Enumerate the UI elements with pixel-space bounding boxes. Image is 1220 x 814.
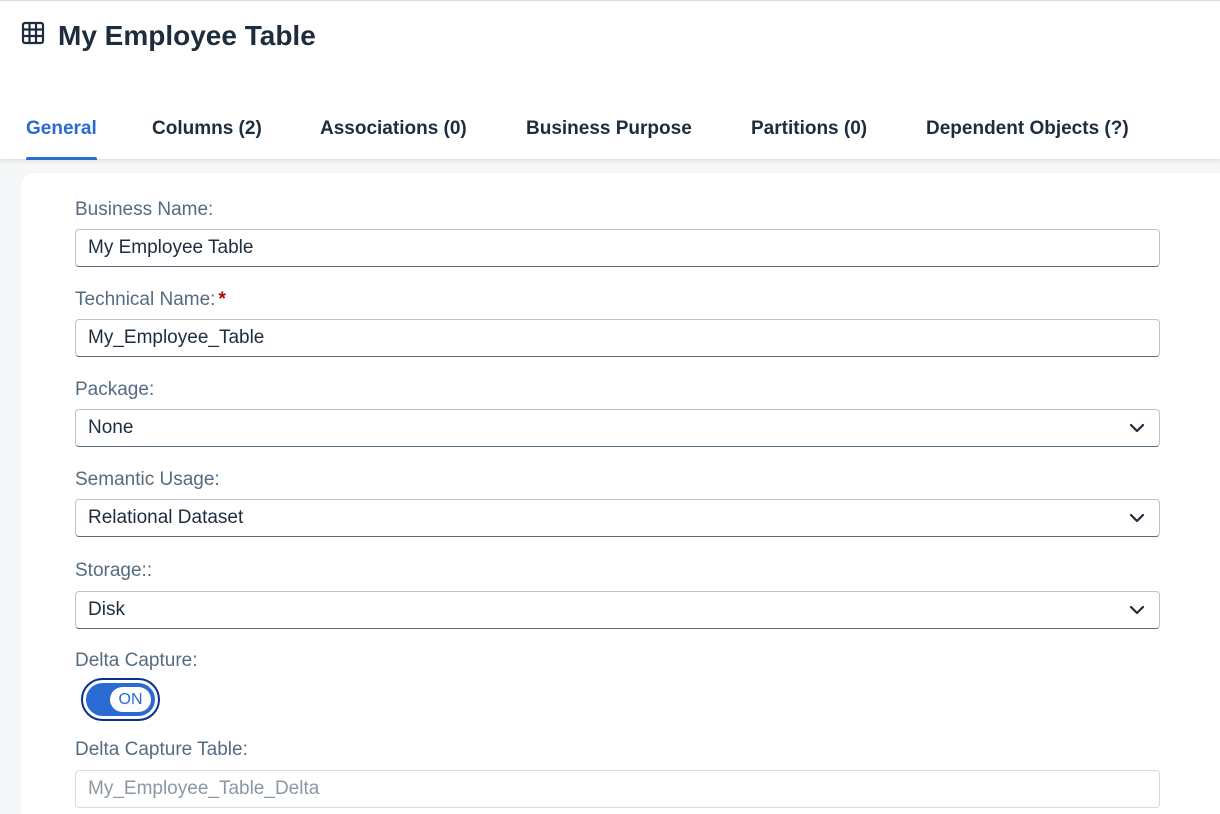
semantic-usage-value: Relational Dataset [88,507,244,528]
tab-dependent-objects[interactable]: Dependent Objects (?) [926,113,1129,160]
business-name-label: Business Name: [75,199,214,220]
chevron-down-icon[interactable] [1129,604,1145,616]
delta-capture-table-value: My_Employee_Table_Delta [88,778,320,799]
page-title: My Employee Table [58,20,316,51]
table-grid-icon [21,21,45,45]
delta-capture-switch-knob: ON [110,687,151,712]
tab-business-purpose[interactable]: Business Purpose [526,113,692,160]
technical-name-label: Technical Name: * [75,288,226,312]
package-label: Package: [75,379,155,400]
technical-name-value: My_Employee_Table [88,327,265,348]
delta-capture-table-label: Delta Capture Table: [75,739,248,760]
page-header: My Employee Table General Columns (2) As… [0,0,1220,160]
delta-capture-label: Delta Capture: [75,650,198,671]
package-select[interactable]: None [75,409,1160,447]
tab-columns[interactable]: Columns (2) [152,113,262,160]
general-form-panel [21,173,1220,814]
package-value: None [88,417,134,438]
technical-name-input[interactable]: My_Employee_Table [75,319,1160,357]
delta-capture-toggle[interactable]: ON [81,678,160,721]
storage-label: Storage:: [75,560,153,581]
delta-capture-table-input: My_Employee_Table_Delta [75,770,1160,808]
technical-name-label-text: Technical Name: [75,289,216,310]
required-asterisk: * [218,289,226,310]
business-name-input[interactable]: My Employee Table [75,229,1160,267]
chevron-down-icon[interactable] [1129,512,1145,524]
storage-select[interactable]: Disk [75,591,1160,629]
storage-value: Disk [88,599,125,620]
semantic-usage-label: Semantic Usage: [75,469,220,490]
tab-associations[interactable]: Associations (0) [320,113,467,160]
tab-partitions[interactable]: Partitions (0) [751,113,867,160]
tab-general[interactable]: General [26,113,97,160]
delta-capture-switch-track: ON [86,683,155,716]
chevron-down-icon[interactable] [1129,422,1145,434]
tab-bar: General Columns (2) Associations (0) Bus… [0,113,1220,160]
business-name-value: My Employee Table [88,237,254,258]
semantic-usage-select[interactable]: Relational Dataset [75,499,1160,537]
